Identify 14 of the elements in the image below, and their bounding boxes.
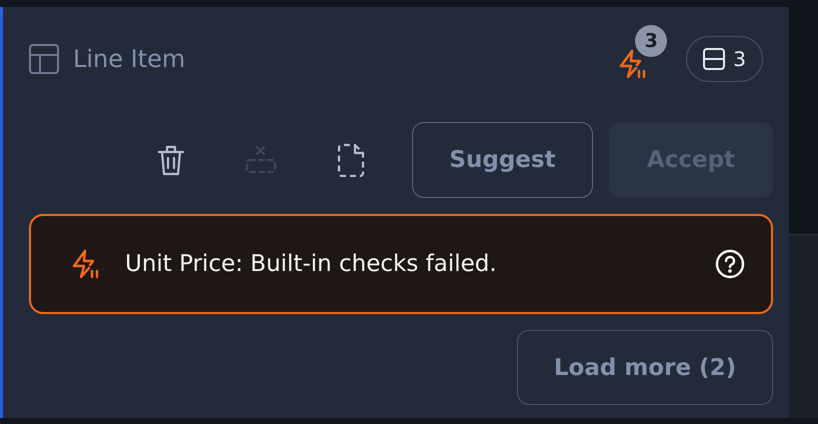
lightning-error-icon: [71, 249, 99, 279]
lightning-warning-icon: [618, 49, 646, 79]
help-icon[interactable]: [715, 249, 745, 279]
table-icon: [29, 44, 59, 74]
trash-icon: [157, 144, 185, 176]
section-title: Line Item: [73, 45, 186, 73]
row-count-button[interactable]: 3: [686, 36, 763, 82]
count-badge: 3: [635, 25, 668, 57]
file-icon: [337, 143, 365, 177]
dashed-remove-icon: [245, 144, 277, 176]
alert-message: Unit Price: Built-in checks failed.: [125, 251, 498, 277]
load-more-button[interactable]: Load more (2): [517, 330, 773, 405]
action-button[interactable]: Suggest: [412, 122, 593, 198]
rows-icon: [703, 48, 726, 70]
